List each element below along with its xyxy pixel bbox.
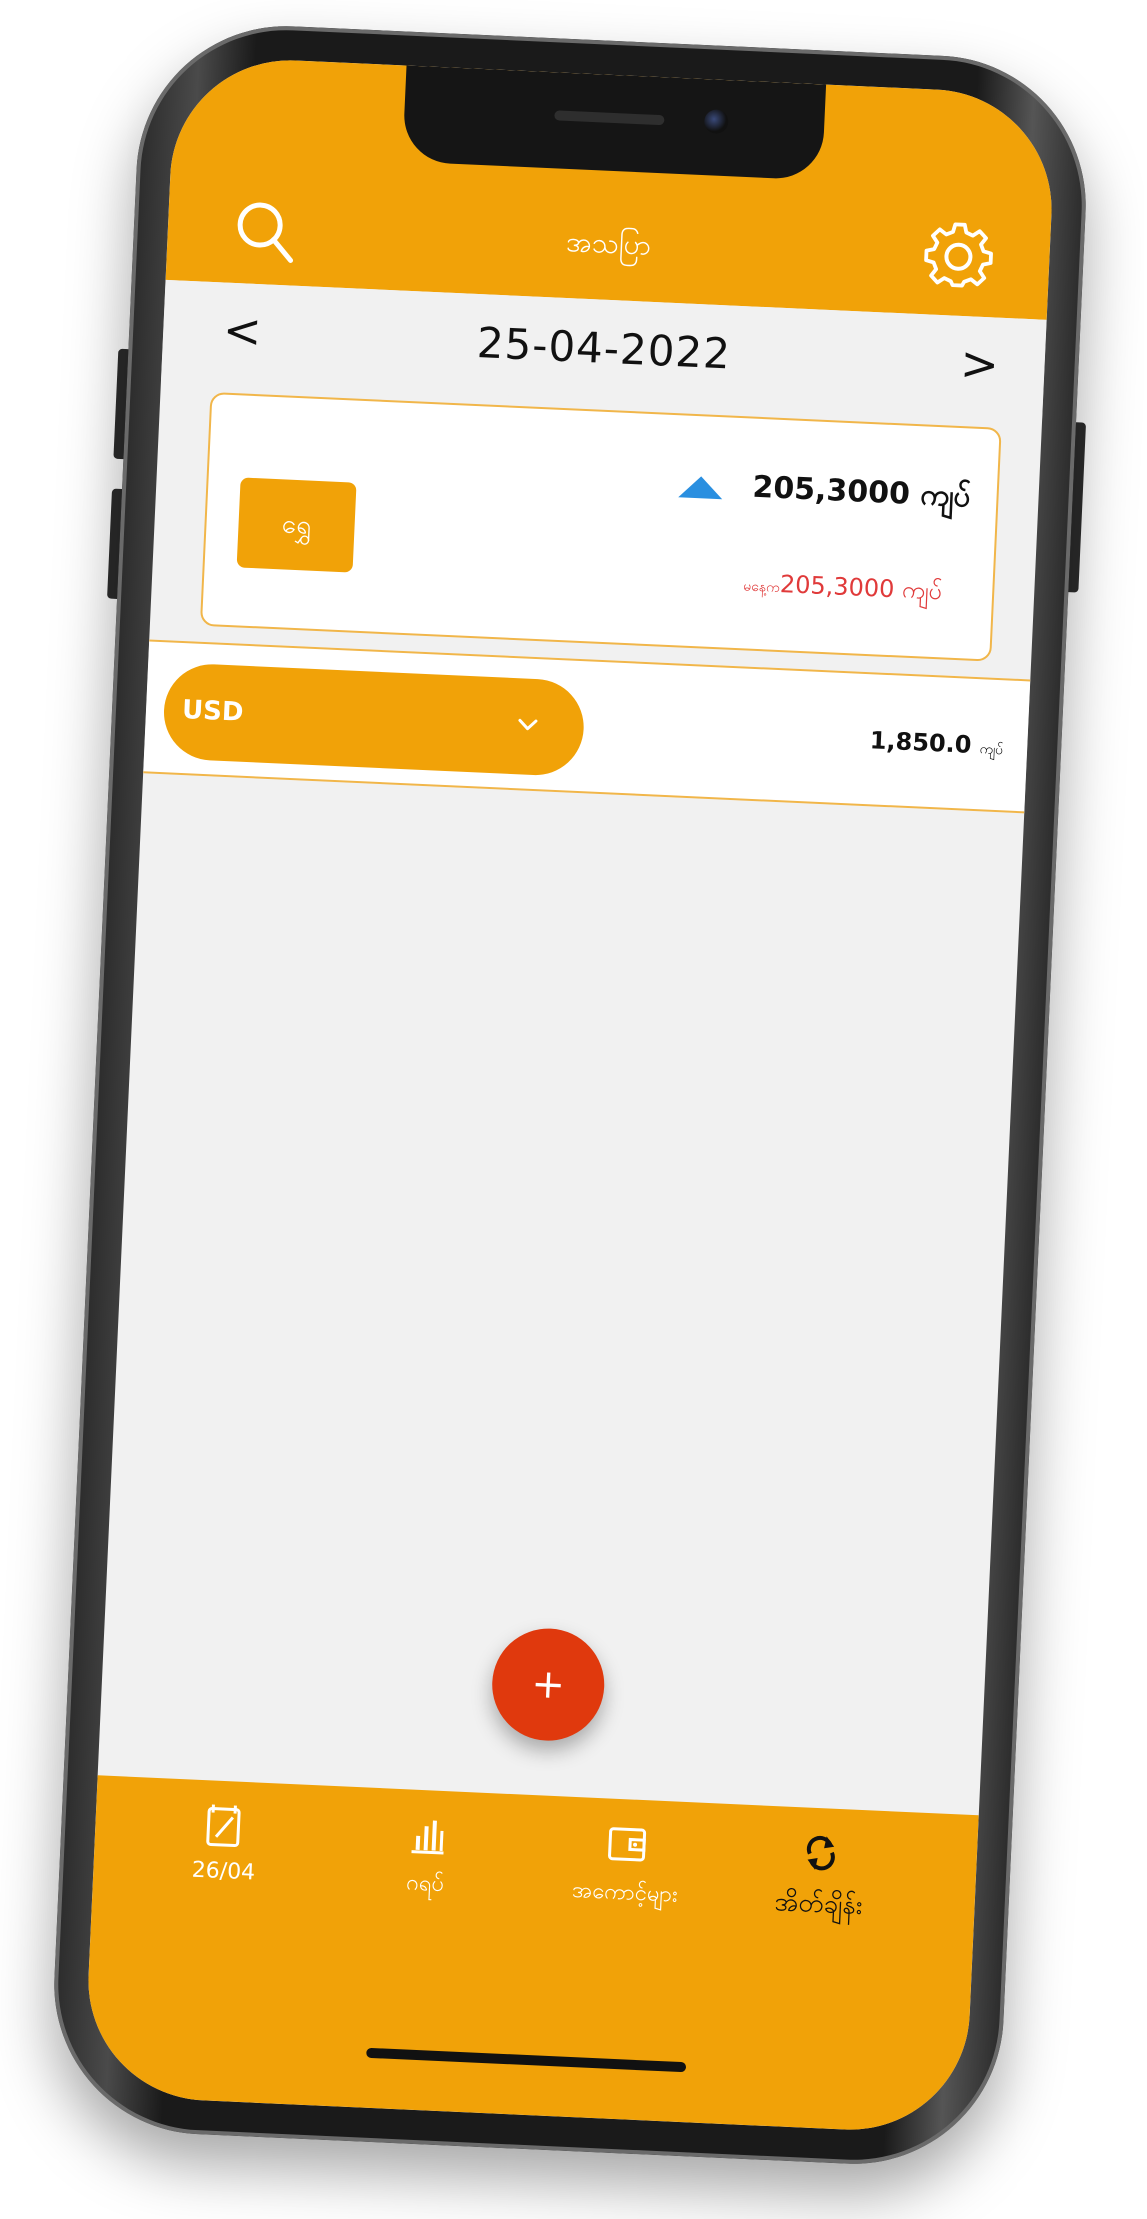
- previous-price-value: 205,3000 ကျပ်: [779, 570, 943, 606]
- exchange-rate-unit: ကျပ်: [979, 741, 1004, 759]
- currency-row: USD 1,850.0 ကျပ်: [143, 639, 1031, 814]
- chevron-down-icon: [515, 712, 540, 737]
- previous-price: မနေ့က205,3000 ကျပ်: [743, 566, 943, 611]
- front-camera: [703, 109, 729, 135]
- home-indicator: [366, 2047, 687, 2073]
- app-screen: အသပြာ < 25-04-2022 > ရွှေ 205,3000 ကျပ် …: [83, 55, 1057, 2135]
- bottom-navigation: 26/04 ဂရပ် အကောင့်များ အိတ်ချိန်း: [83, 1775, 979, 2135]
- previous-price-label: မနေ့က: [742, 578, 781, 596]
- exchange-rate-value: 1,850.0: [869, 726, 973, 759]
- gold-price-card[interactable]: ရွှေ 205,3000 ကျပ် မနေ့က205,3000 ကျပ်: [199, 391, 1002, 662]
- gold-badge: ရွှေ: [236, 477, 357, 573]
- nav-item-calendar[interactable]: 26/04: [123, 1799, 326, 1889]
- nav-item-accounts[interactable]: အကောင့်များ: [524, 1817, 728, 1915]
- page-title: အသပြာ: [565, 224, 652, 262]
- gear-icon[interactable]: [922, 219, 995, 292]
- nav-item-chart[interactable]: ဂရပ်: [324, 1808, 528, 1906]
- phone-device: အသပြာ < 25-04-2022 > ရွှေ 205,3000 ကျပ် …: [47, 19, 1093, 2171]
- price-row: 205,3000 ကျပ်: [677, 463, 971, 521]
- nav-item-exchange[interactable]: အိတ်ချိန်း: [718, 1826, 922, 1930]
- speaker: [554, 110, 665, 126]
- refresh-icon: [806, 1835, 835, 1871]
- gold-price: 205,3000 ကျပ်: [751, 469, 972, 515]
- nav-label-calendar: 26/04: [191, 1857, 256, 1886]
- nav-label-chart: ဂရပ်: [405, 1870, 445, 1898]
- current-date: 25-04-2022: [475, 318, 732, 379]
- nav-label-exchange: အိတ်ချိန်း: [773, 1887, 864, 1922]
- currency-code: USD: [181, 695, 245, 728]
- exchange-rate: 1,850.0 ကျပ်: [869, 726, 1004, 761]
- stage: အသပြာ < 25-04-2022 > ရွှေ 205,3000 ကျပ် …: [0, 0, 1147, 2219]
- trend-up-icon: [678, 474, 723, 499]
- notepad-icon: [206, 1804, 241, 1848]
- add-button[interactable]: +: [489, 1626, 607, 1744]
- next-date-button[interactable]: >: [953, 336, 1005, 392]
- currency-dropdown[interactable]: USD: [161, 662, 586, 778]
- nav-label-accounts: အကောင့်များ: [571, 1877, 679, 1908]
- notch: [402, 65, 827, 181]
- bar-chart-icon: [411, 1820, 444, 1855]
- wallet-icon: [608, 1827, 647, 1862]
